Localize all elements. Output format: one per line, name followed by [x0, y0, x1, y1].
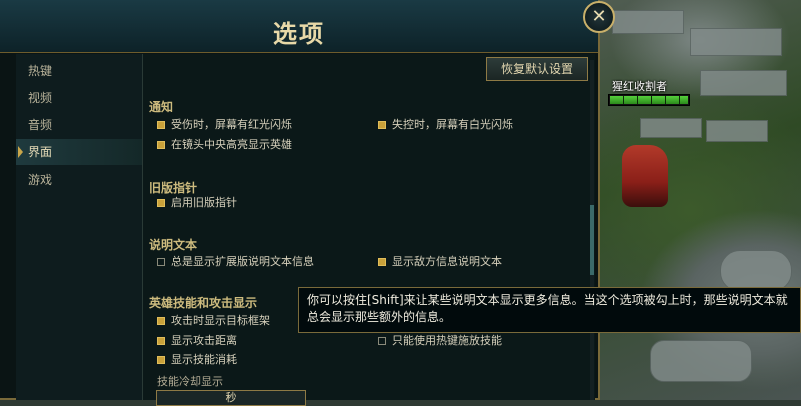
- option-label: 失控时，屏幕有白光闪烁: [392, 118, 513, 131]
- sidebar-item-interface[interactable]: 界面: [16, 139, 142, 165]
- stone-tile: [700, 70, 787, 96]
- sidebar-item-label: 游戏: [28, 173, 53, 187]
- checkbox[interactable]: [157, 121, 165, 129]
- health-segment: [679, 96, 680, 104]
- option-label: 显示敌方信息说明文本: [392, 255, 502, 268]
- health-segment: [651, 96, 652, 104]
- sidebar-item-label: 音频: [28, 118, 53, 132]
- section-title-notify: 通知: [149, 100, 174, 114]
- champion-model[interactable]: [622, 145, 668, 207]
- checkbox[interactable]: [378, 121, 386, 129]
- window-title: 选项: [273, 20, 325, 48]
- options-content-panel: [143, 54, 595, 400]
- title-bar: 选项: [0, 0, 598, 53]
- stone-tile: [720, 250, 792, 292]
- health-segment: [665, 96, 666, 104]
- health-segment: [637, 96, 638, 104]
- stone-tile: [612, 10, 684, 34]
- scrollbar-thumb[interactable]: [590, 205, 594, 275]
- option-label: 总是显示扩展版说明文本信息: [171, 255, 314, 268]
- checkbox[interactable]: [378, 337, 386, 345]
- checkbox[interactable]: [157, 317, 165, 325]
- sidebar-item-hotkeys[interactable]: 热键: [16, 58, 142, 84]
- section-title-tooltips: 说明文本: [149, 238, 198, 252]
- sidebar-item-audio[interactable]: 音频: [16, 112, 142, 138]
- sidebar-item-label: 视频: [28, 91, 53, 105]
- checkbox[interactable]: [157, 199, 165, 207]
- sidebar-item-label: 界面: [28, 145, 53, 159]
- content-scrollbar[interactable]: [590, 60, 594, 400]
- checkbox[interactable]: [157, 141, 165, 149]
- checkbox[interactable]: [157, 356, 165, 364]
- cooldown-display-label: 技能冷却显示: [157, 375, 223, 388]
- cooldown-display-select[interactable]: 秒: [156, 390, 306, 406]
- option-label: 受伤时，屏幕有红光闪烁: [171, 118, 292, 131]
- stone-tile: [640, 118, 702, 138]
- section-title-abilities: 英雄技能和攻击显示: [149, 296, 258, 310]
- close-icon: ✕: [591, 6, 607, 27]
- option-label: 只能使用热键施放技能: [392, 334, 502, 347]
- option-label: 显示攻击距离: [171, 334, 237, 347]
- stone-tile: [650, 340, 752, 382]
- restore-defaults-button[interactable]: 恢复默认设置: [486, 57, 588, 81]
- health-segment: [623, 96, 624, 104]
- tooltip-popup: 你可以按住[Shift]来让某些说明文本显示更多信息。当这个选项被勾上时，那些说…: [298, 287, 801, 333]
- checkbox[interactable]: [378, 258, 386, 266]
- champion-name: 猩红收割者: [612, 80, 667, 93]
- sidebar-item-label: 热键: [28, 64, 53, 78]
- options-sidebar: 热键 视频 音频 界面 游戏: [16, 54, 143, 400]
- champion-health-bar: [608, 94, 690, 106]
- sidebar-item-game[interactable]: 游戏: [16, 167, 142, 193]
- stone-tile: [690, 28, 782, 56]
- active-arrow-icon: [18, 146, 23, 158]
- sidebar-item-video[interactable]: 视频: [16, 85, 142, 111]
- checkbox[interactable]: [157, 337, 165, 345]
- checkbox[interactable]: [157, 258, 165, 266]
- section-title-legacy-cursor: 旧版指针: [149, 181, 198, 195]
- option-label: 显示技能消耗: [171, 353, 237, 366]
- option-label: 启用旧版指针: [171, 196, 237, 209]
- health-fill: [610, 96, 688, 104]
- close-button[interactable]: ✕: [583, 1, 615, 33]
- option-label: 攻击时显示目标框架: [171, 314, 270, 327]
- option-label: 在镜头中央高亮显示英雄: [171, 138, 292, 151]
- stone-tile: [706, 120, 768, 142]
